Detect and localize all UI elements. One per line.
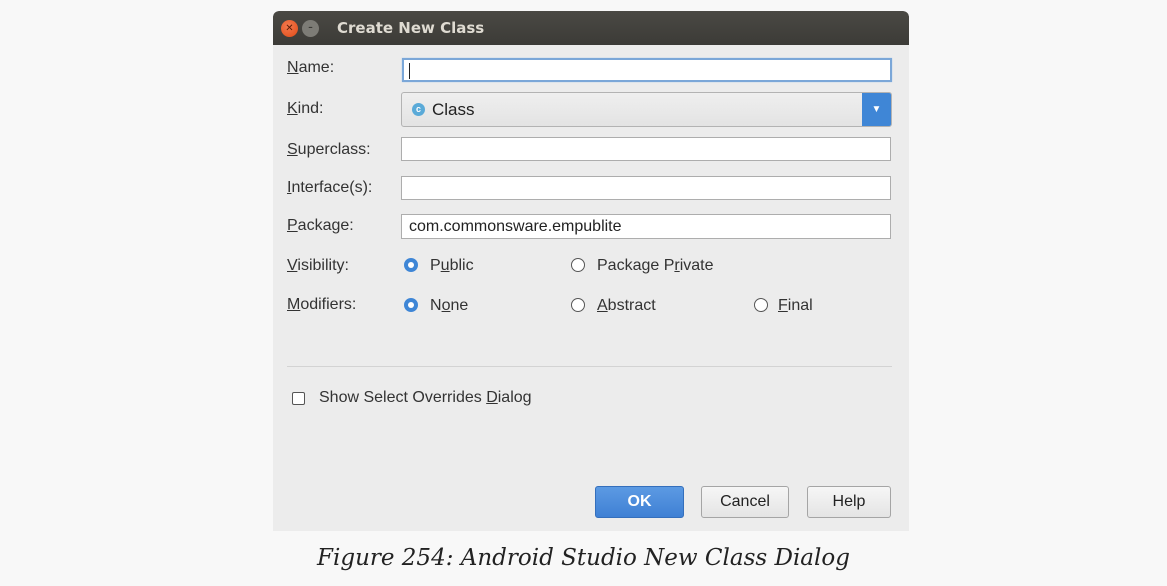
package-label: Package: (287, 217, 354, 234)
superclass-input[interactable] (401, 137, 891, 161)
superclass-label: Superclass: (287, 141, 371, 158)
package-input[interactable]: com.commonsware.empublite (401, 214, 891, 239)
close-window-button[interactable]: ✕ (281, 20, 298, 37)
radio-selected-icon (404, 298, 418, 312)
show-overrides-label[interactable]: Show Select Overrides Dialog (319, 389, 532, 407)
interfaces-label: Interface(s): (287, 179, 373, 196)
kind-selected-value: Class (432, 100, 475, 119)
radio-unselected-icon (754, 298, 768, 312)
radio-unselected-icon (571, 298, 585, 312)
package-private-label: Package Private (597, 257, 714, 274)
minimize-window-button[interactable]: – (302, 20, 319, 37)
create-new-class-dialog: ✕ – Create New Class Name: Kind: c Class… (273, 11, 909, 531)
final-label: Final (778, 297, 813, 314)
abstract-label: Abstract (597, 297, 656, 314)
chevron-down-icon[interactable]: ▼ (862, 93, 891, 126)
name-input[interactable] (402, 58, 892, 82)
ok-button[interactable]: OK (595, 486, 684, 518)
interfaces-input[interactable] (401, 176, 891, 200)
radio-unselected-icon (571, 258, 585, 272)
visibility-label: Visibility: (287, 257, 349, 274)
kind-label: Kind: (287, 100, 324, 117)
show-overrides-checkbox[interactable] (292, 392, 305, 405)
name-label: Name: (287, 59, 335, 76)
help-button[interactable]: Help (807, 486, 891, 518)
divider (287, 366, 892, 367)
kind-dropdown[interactable]: c Class ▼ (401, 92, 892, 127)
minimize-icon: – (308, 23, 313, 33)
radio-selected-icon (404, 258, 418, 272)
cancel-button[interactable]: Cancel (701, 486, 789, 518)
dialog-title: Create New Class (337, 19, 485, 37)
close-icon: ✕ (285, 23, 294, 34)
text-caret (409, 63, 410, 79)
title-bar: ✕ – Create New Class (273, 11, 909, 45)
figure-caption: Figure 254: Android Studio New Class Dia… (317, 545, 850, 571)
class-icon: c (412, 103, 425, 116)
none-label: None (430, 297, 469, 314)
public-label: Public (430, 257, 474, 274)
modifiers-label: Modifiers: (287, 296, 357, 313)
